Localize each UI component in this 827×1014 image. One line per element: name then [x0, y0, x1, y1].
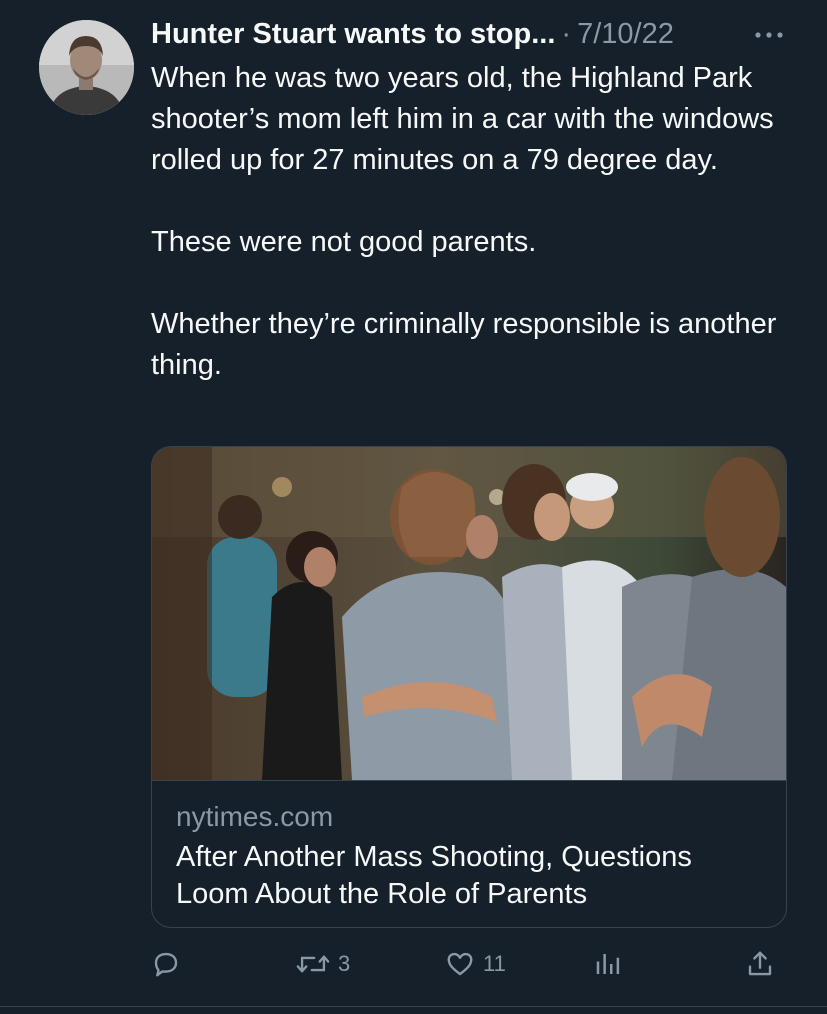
like-count: 11 [483, 951, 506, 976]
more-dots-icon [755, 32, 783, 38]
avatar[interactable] [39, 20, 134, 115]
share-button[interactable] [745, 940, 775, 988]
card-title: After Another Mass Shooting, Questions L… [176, 841, 692, 910]
author-name[interactable]: Hunter Stuart wants to stop... [151, 18, 555, 51]
retweet-button[interactable]: 3 [296, 940, 350, 988]
views-button[interactable] [593, 940, 631, 988]
more-options-button[interactable] [751, 20, 787, 50]
retweet-icon [296, 955, 330, 973]
tweet-text: When he was two years old, the Highland … [151, 62, 777, 381]
divider [0, 1006, 827, 1007]
tweet-header: Hunter Stuart wants to stop... · 7/10/22 [151, 14, 791, 54]
card-domain: nytimes.com [176, 801, 334, 832]
tweet-date[interactable]: 7/10/22 [577, 18, 674, 51]
separator: · [561, 17, 572, 50]
tweet[interactable]: Hunter Stuart wants to stop... · 7/10/22… [0, 0, 827, 1014]
link-card[interactable]: nytimes.com After Another Mass Shooting,… [151, 446, 787, 928]
like-button[interactable]: 11 [445, 940, 506, 988]
retweet-count: 3 [338, 951, 351, 976]
card-meta: nytimes.com After Another Mass Shooting,… [152, 780, 786, 927]
heart-icon [447, 952, 473, 976]
person-avatar-icon [39, 20, 134, 115]
card-photo [152, 447, 786, 780]
reply-button[interactable] [151, 940, 189, 988]
analytics-icon [596, 954, 620, 974]
reply-icon [154, 952, 178, 977]
share-icon [748, 951, 772, 976]
action-bar: 3 11 [151, 940, 791, 988]
